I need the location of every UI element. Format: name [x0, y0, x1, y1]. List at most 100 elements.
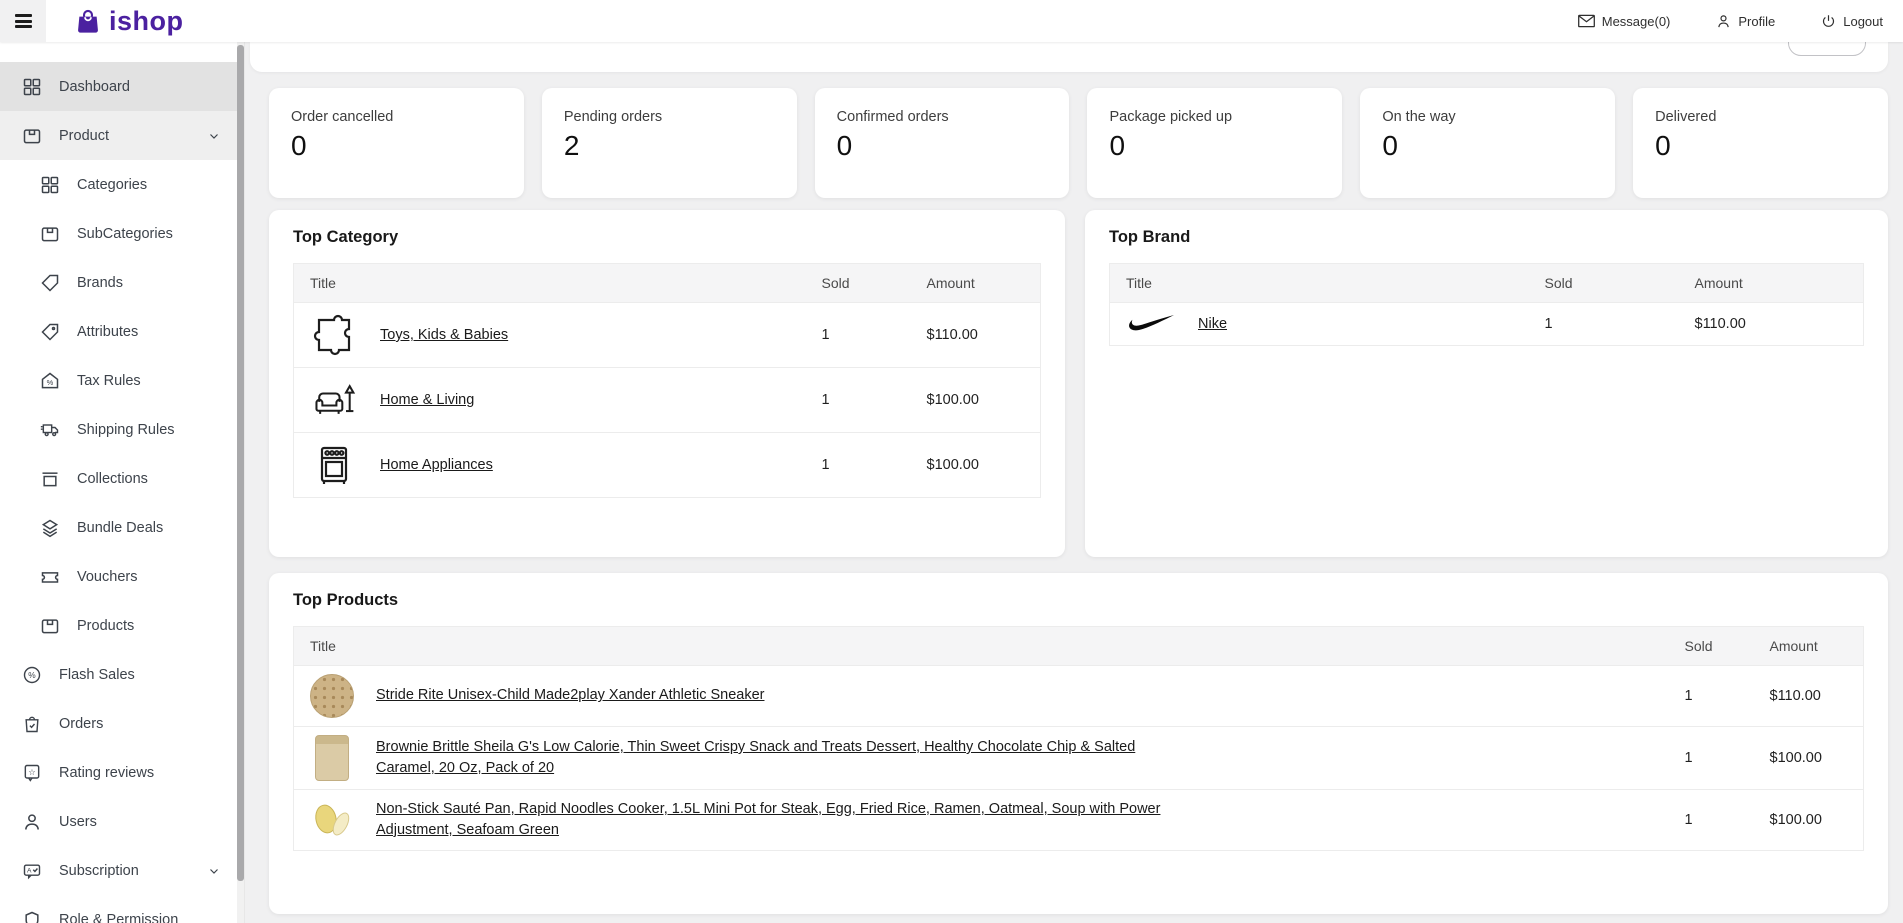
top-brand-panel: Top Brand Title Sold Amount: [1085, 210, 1888, 557]
sidebar-item-rating-reviews[interactable]: ☆ Rating reviews: [0, 748, 244, 797]
top-category-table: Title Sold Amount Toys, Ki: [293, 263, 1041, 498]
messages-label: Message(0): [1602, 14, 1671, 29]
partial-filter-button[interactable]: [1788, 42, 1866, 56]
category-link[interactable]: Toys, Kids & Babies: [380, 327, 508, 343]
stat-label: On the way: [1382, 109, 1593, 125]
product-image: [310, 798, 354, 842]
puzzle-icon: [310, 311, 358, 359]
sidebar-item-products[interactable]: Products: [0, 601, 244, 650]
table-row: Brownie Brittle Sheila G's Low Calorie, …: [294, 727, 1864, 790]
column-header-amount: Amount: [1754, 627, 1864, 666]
brand-name: ishop: [109, 6, 184, 37]
column-header-title: Title: [1110, 264, 1529, 303]
shield-icon: [22, 910, 42, 923]
profile-link[interactable]: Profile: [1716, 14, 1775, 29]
stat-value: 0: [1655, 130, 1866, 162]
sidebar-label: Orders: [59, 716, 103, 732]
sidebar-item-tax-rules[interactable]: % Tax Rules: [0, 356, 244, 405]
sidebar-item-subcategories[interactable]: SubCategories: [0, 209, 244, 258]
sidebar-label: Attributes: [77, 324, 138, 340]
amount-cell: $100.00: [911, 368, 1041, 433]
product-link[interactable]: Brownie Brittle Sheila G's Low Calorie, …: [376, 737, 1176, 779]
panel-title: Top Category: [293, 228, 1041, 247]
sidebar-label: Collections: [77, 471, 148, 487]
amount-cell: $100.00: [1754, 727, 1864, 790]
badge-star-icon: ☆: [22, 763, 42, 783]
sidebar-label: Categories: [77, 177, 147, 193]
svg-text:A: A: [27, 867, 32, 874]
sidebar-item-role-permission[interactable]: Role & Permission: [0, 895, 244, 923]
sidebar-label: Bundle Deals: [77, 520, 163, 536]
box-icon: [40, 224, 60, 244]
sidebar-item-subscription[interactable]: A Subscription: [0, 846, 244, 895]
hamburger-menu-button[interactable]: [0, 0, 46, 42]
sidebar-item-attributes[interactable]: Attributes: [0, 307, 244, 356]
messages-link[interactable]: Message(0): [1578, 14, 1671, 29]
table-row: Nike 1 $110.00: [1110, 303, 1864, 346]
user-icon: [1716, 14, 1731, 29]
table-row: Toys, Kids & Babies 1 $110.00: [294, 303, 1041, 368]
column-header-title: Title: [294, 627, 1669, 666]
sidebar-item-collections[interactable]: Collections: [0, 454, 244, 503]
stat-value: 2: [564, 130, 775, 162]
sidebar-item-dashboard[interactable]: Dashboard: [0, 62, 244, 111]
stat-value: 0: [837, 130, 1048, 162]
truck-icon: [40, 420, 60, 440]
main-content: Order cancelled 0 Pending orders 2 Confi…: [244, 42, 1903, 923]
chevron-down-icon: [208, 130, 220, 142]
sidebar-item-shipping-rules[interactable]: Shipping Rules: [0, 405, 244, 454]
product-link[interactable]: Stride Rite Unisex-Child Made2play Xande…: [376, 685, 764, 706]
sold-cell: 1: [1669, 666, 1754, 727]
top-category-panel: Top Category Title Sold Amount: [269, 210, 1065, 557]
card-check-icon: A: [22, 861, 42, 881]
tag-dot-icon: [40, 322, 60, 342]
column-header-title: Title: [294, 264, 806, 303]
amount-cell: $110.00: [1679, 303, 1864, 346]
sidebar-scrollbar-thumb[interactable]: [237, 45, 244, 881]
product-image: [315, 735, 349, 781]
chevron-down-icon: [208, 865, 220, 877]
svg-text:☆: ☆: [28, 767, 35, 777]
product-link[interactable]: Non-Stick Sauté Pan, Rapid Noodles Cooke…: [376, 799, 1176, 841]
sidebar-label: Product: [59, 128, 109, 144]
stat-card-delivered: Delivered 0: [1633, 88, 1888, 198]
table-row: Home & Living 1 $100.00: [294, 368, 1041, 433]
sidebar-item-flash-sales[interactable]: % Flash Sales: [0, 650, 244, 699]
sidebar-item-bundle-deals[interactable]: Bundle Deals: [0, 503, 244, 552]
grid-icon: [40, 175, 60, 195]
sidebar-item-categories[interactable]: Categories: [0, 160, 244, 209]
column-header-amount: Amount: [911, 264, 1041, 303]
category-link[interactable]: Home & Living: [380, 392, 474, 408]
amount-cell: $110.00: [1754, 666, 1864, 727]
sidebar-scrollbar[interactable]: [237, 42, 244, 923]
app-header: ishop Message(0) Profile: [0, 0, 1903, 42]
sidebar-label: Role & Permission: [59, 912, 178, 923]
logout-label: Logout: [1843, 14, 1883, 29]
sidebar-item-users[interactable]: Users: [0, 797, 244, 846]
brand-logo[interactable]: ishop: [74, 6, 184, 37]
box-icon: [40, 616, 60, 636]
shopping-bag-icon: [74, 7, 102, 35]
sidebar-label: SubCategories: [77, 226, 173, 242]
sidebar-item-orders[interactable]: Orders: [0, 699, 244, 748]
sidebar-label: Flash Sales: [59, 667, 135, 683]
table-row: Stride Rite Unisex-Child Made2play Xande…: [294, 666, 1864, 727]
category-link[interactable]: Home Appliances: [380, 457, 493, 473]
table-row: Home Appliances 1 $100.00: [294, 433, 1041, 498]
stat-label: Confirmed orders: [837, 109, 1048, 125]
stat-label: Package picked up: [1109, 109, 1320, 125]
archive-icon: [40, 469, 60, 489]
grid-icon: [22, 77, 42, 97]
layers-icon: [40, 518, 60, 538]
amount-cell: $100.00: [911, 433, 1041, 498]
user-icon: [22, 812, 42, 832]
stat-value: 0: [291, 130, 502, 162]
column-header-amount: Amount: [1679, 264, 1864, 303]
sidebar-item-product[interactable]: Product: [0, 111, 244, 160]
sidebar-item-vouchers[interactable]: Vouchers: [0, 552, 244, 601]
brand-link[interactable]: Nike: [1198, 316, 1227, 332]
sidebar-label: Tax Rules: [77, 373, 141, 389]
stat-card-on-the-way: On the way 0: [1360, 88, 1615, 198]
logout-link[interactable]: Logout: [1821, 14, 1883, 29]
sidebar-item-brands[interactable]: Brands: [0, 258, 244, 307]
